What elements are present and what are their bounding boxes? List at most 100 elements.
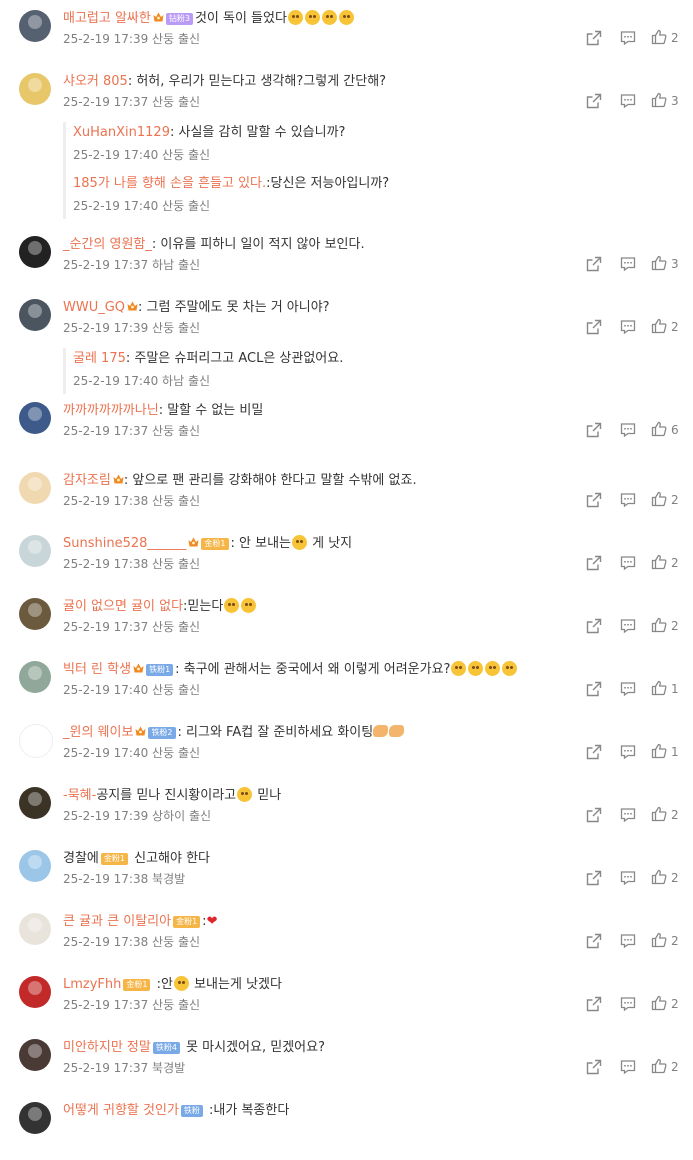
repost-icon[interactable] <box>586 1059 602 1075</box>
emoji-icon <box>485 661 501 676</box>
repost-icon[interactable] <box>586 807 602 823</box>
emoji-icon <box>502 661 518 676</box>
avatar-figure <box>28 241 42 255</box>
like-icon[interactable] <box>651 29 667 45</box>
reply-username[interactable]: XuHanXin1129 <box>73 125 170 140</box>
comment-username[interactable]: _윈의 웨이보 <box>63 725 133 740</box>
comment-username[interactable]: -묵혜- <box>63 788 96 803</box>
comment-icon[interactable] <box>620 1059 636 1075</box>
user-avatar[interactable] <box>19 850 51 882</box>
comment-username[interactable]: WWU_GQ <box>63 300 125 315</box>
repost-icon[interactable] <box>586 996 602 1012</box>
comment-username[interactable]: 샤오커 805 <box>63 74 128 89</box>
repost-icon[interactable] <box>586 618 602 634</box>
repost-icon[interactable] <box>586 93 602 109</box>
comment-icon[interactable] <box>620 618 636 634</box>
comment-icon[interactable] <box>620 555 636 571</box>
vip-crown-icon <box>135 726 146 736</box>
user-avatar[interactable] <box>19 402 51 434</box>
like-icon[interactable] <box>651 743 667 759</box>
repost-icon[interactable] <box>586 319 602 335</box>
user-avatar[interactable] <box>19 976 51 1008</box>
comment-icon[interactable] <box>620 422 636 438</box>
user-avatar[interactable] <box>19 1039 51 1071</box>
user-avatar[interactable] <box>19 661 51 693</box>
reply-timestamp: 25-2-19 17:40 산둥 출신 <box>73 199 211 213</box>
vip-crown-icon <box>113 474 124 484</box>
repost-icon[interactable] <box>586 555 602 571</box>
user-avatar[interactable] <box>19 598 51 630</box>
user-avatar[interactable] <box>19 73 51 105</box>
like-icon[interactable] <box>651 680 667 696</box>
comment-username[interactable]: LmzyFhh <box>63 977 121 992</box>
comment-timestamp: 25-2-19 17:40 산둥 출신 <box>63 683 201 697</box>
like-icon[interactable] <box>651 1058 667 1074</box>
comment-item: _윈의 웨이보 铁粉2: 리그와 FA컵 잘 준비하세요 화이팅 25-2-19 1… <box>0 722 693 782</box>
like-icon[interactable] <box>651 806 667 822</box>
comment-icon[interactable] <box>620 744 636 760</box>
comment-icon[interactable] <box>620 933 636 949</box>
comment-line: _윈의 웨이보 铁粉2: 리그와 FA컵 잘 준비하세요 화이팅 <box>63 724 681 742</box>
comment-icon[interactable] <box>620 807 636 823</box>
fan-badge: 铁粉1 <box>146 664 174 676</box>
comment-username[interactable]: 미안하지만 정말 <box>63 1040 151 1055</box>
comment-icon[interactable] <box>620 681 636 697</box>
user-avatar[interactable] <box>19 1102 51 1134</box>
comment-username[interactable]: 감자조림 <box>63 473 111 488</box>
like-icon[interactable] <box>651 491 667 507</box>
comment-username[interactable]: 까까까까까까나닌 <box>63 403 159 418</box>
comment-username[interactable]: 빅터 린 학생 <box>63 662 131 677</box>
reply-username[interactable]: 굴레 175 <box>73 351 126 366</box>
user-avatar[interactable] <box>19 472 51 504</box>
comment-username[interactable]: Sunshine528______ <box>63 536 186 551</box>
user-avatar[interactable] <box>19 724 53 758</box>
like-icon[interactable] <box>651 869 667 885</box>
comment-username[interactable]: 매고럽고 알싸한 <box>63 11 151 26</box>
comment-icon[interactable] <box>620 256 636 272</box>
like-icon[interactable] <box>651 318 667 334</box>
comment-username[interactable]: 귤이 없으면 귤이 없다 <box>63 599 183 614</box>
like-icon[interactable] <box>651 92 667 108</box>
user-avatar[interactable] <box>19 10 51 42</box>
user-avatar[interactable] <box>19 535 51 567</box>
repost-icon[interactable] <box>586 30 602 46</box>
like-count: 2 <box>671 871 679 885</box>
repost-icon[interactable] <box>586 933 602 949</box>
fan-badge: 铁粉 <box>180 1105 203 1117</box>
comment-timestamp: 25-2-19 17:39 산둥 출신 <box>63 32 201 46</box>
reply-text: : 주말은 슈퍼리그고 ACL은 상관없어요. <box>125 351 344 366</box>
repost-icon[interactable] <box>586 681 602 697</box>
repost-icon[interactable] <box>586 256 602 272</box>
repost-icon[interactable] <box>586 492 602 508</box>
repost-icon[interactable] <box>586 422 602 438</box>
like-icon[interactable] <box>651 421 667 437</box>
heart-emoji-icon: ❤ <box>206 914 218 929</box>
comment-icon[interactable] <box>620 870 636 886</box>
comment-icon[interactable] <box>620 93 636 109</box>
user-avatar[interactable] <box>19 787 51 819</box>
repost-icon[interactable] <box>586 870 602 886</box>
comment-icon[interactable] <box>620 996 636 1012</box>
like-icon[interactable] <box>651 932 667 948</box>
comment-timestamp: 25-2-19 17:39 상하이 출신 <box>63 809 212 823</box>
comment-actions: 2 <box>586 806 682 824</box>
comment-username[interactable]: 큰 귤과 큰 이탈리아 <box>63 914 171 929</box>
comment-icon[interactable] <box>620 319 636 335</box>
like-icon[interactable] <box>651 617 667 633</box>
comment-icon[interactable] <box>620 492 636 508</box>
user-avatar[interactable] <box>19 913 51 945</box>
user-avatar[interactable] <box>19 236 51 268</box>
comment-username[interactable]: 경찰에 <box>63 851 99 866</box>
reply-username[interactable]: 185가 나를 향해 손을 흔들고 있다. <box>73 176 266 191</box>
like-icon[interactable] <box>651 255 667 271</box>
comment-icon[interactable] <box>620 30 636 46</box>
comment-item: 미안하지만 정말 铁粉4 못 마시겠어요, 믿겠어요? 25-2-19 17:37 … <box>0 1037 693 1097</box>
like-count: 2 <box>671 934 679 948</box>
comment-username[interactable]: _순간의 영원함_ <box>63 237 152 252</box>
like-icon[interactable] <box>651 995 667 1011</box>
user-avatar[interactable] <box>19 299 51 331</box>
repost-icon[interactable] <box>586 744 602 760</box>
like-icon[interactable] <box>651 554 667 570</box>
comment-text: 공지를 믿나 진시황이라고 <box>96 788 237 803</box>
comment-text: 신고해야 한다 <box>129 851 211 866</box>
